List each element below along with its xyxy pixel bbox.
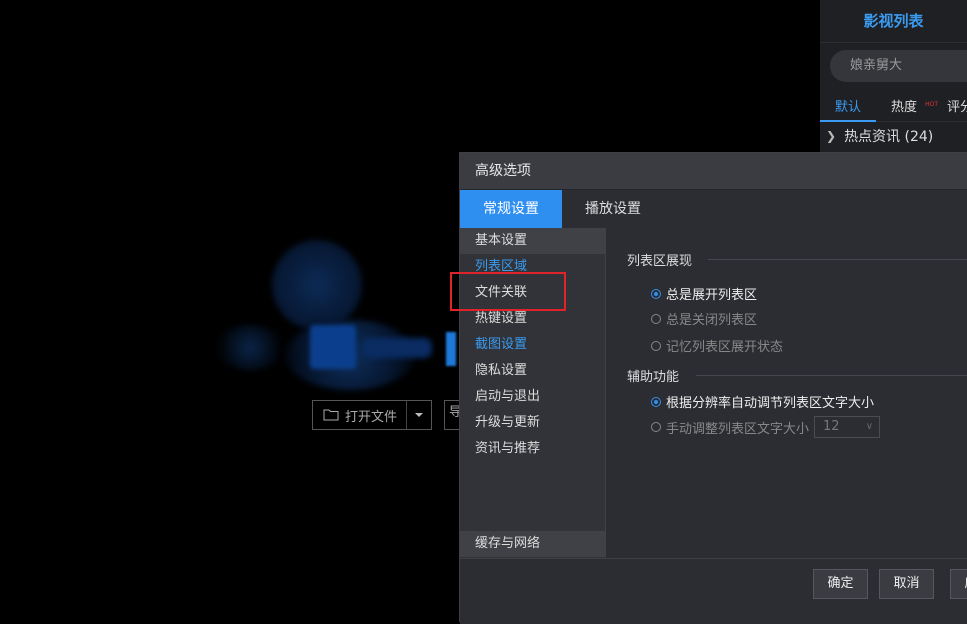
radio-manual-font-size[interactable]: 手动调整列表区文字大小 12 ∨ <box>651 416 881 438</box>
radio-remember-state[interactable]: 记忆列表区展开状态 <box>651 336 783 355</box>
section-title-accessibility: 辅助功能 <box>627 370 680 385</box>
tab-playback-settings[interactable]: 播放设置 <box>562 190 664 228</box>
advanced-options-dialog: 高级选项 常规设置 播放设置 基本设置 列表区域 文件关联 热键设置 截图设置 … <box>459 152 967 624</box>
tab-hot[interactable]: 热度 HOT <box>876 95 938 120</box>
section-title-list-display: 列表区展现 <box>627 254 693 269</box>
radio-unselected-icon <box>651 422 661 432</box>
radio-unselected-icon <box>651 340 661 351</box>
settings-content: 列表区展现 总是展开列表区 总是关闭列表区 记忆列表区展开状态 辅助功能 根据分… <box>606 228 967 558</box>
open-file-button[interactable]: 打开文件 <box>312 400 432 430</box>
category-item[interactable]: ❯ 热点资讯 (24) <box>826 126 933 146</box>
caret-down-icon <box>415 413 423 417</box>
open-file-label: 打开文件 <box>345 409 398 425</box>
cancel-button[interactable]: 取消 <box>879 569 934 599</box>
search-input[interactable]: 娘亲舅大 <box>830 50 967 82</box>
sidebar-item-updates[interactable]: 升级与更新 <box>460 410 605 436</box>
player-logo <box>310 325 356 369</box>
sidebar-item-basic[interactable]: 基本设置 <box>460 228 605 254</box>
apply-button[interactable]: 应用 <box>950 569 967 599</box>
open-file-main[interactable]: 打开文件 <box>313 401 407 429</box>
sidebar-item-privacy[interactable]: 隐私设置 <box>460 358 605 384</box>
sidebar-item-screenshot[interactable]: 截图设置 <box>460 332 605 358</box>
font-size-select[interactable]: 12 ∨ <box>814 416 881 438</box>
radio-auto-font-size[interactable]: 根据分辨率自动调节列表区文字大小 <box>651 392 874 411</box>
tab-rating[interactable]: 评分 <box>932 95 967 120</box>
logo-glow <box>215 325 285 370</box>
sidebar-item-startup-exit[interactable]: 启动与退出 <box>460 384 605 410</box>
dialog-title: 高级选项 <box>460 153 967 190</box>
dialog-footer: 确定 取消 应用 <box>460 558 967 624</box>
dialog-tabs: 常规设置 播放设置 <box>460 190 967 229</box>
highlight-box <box>450 272 566 311</box>
sidebar-item-cache-network[interactable]: 缓存与网络 <box>460 531 605 557</box>
player-logo-text <box>362 338 432 358</box>
list-tabs: 默认 热度 HOT 评分 <box>820 95 967 122</box>
chevron-down-icon: ∨ <box>865 421 874 432</box>
radio-unselected-icon <box>651 313 661 324</box>
radio-selected-icon <box>651 288 661 299</box>
list-panel-title: 影视列表 <box>820 0 967 43</box>
sidebar-item-news[interactable]: 资讯与推荐 <box>460 436 605 462</box>
player-logo-accent <box>446 332 456 366</box>
chevron-right-icon: ❯ <box>826 129 837 143</box>
radio-always-expand[interactable]: 总是展开列表区 <box>651 284 757 303</box>
category-label: 热点资讯 (24) <box>844 129 934 145</box>
radio-selected-icon <box>651 396 661 407</box>
section-divider <box>708 259 967 260</box>
logo-glow <box>272 240 362 330</box>
folder-icon <box>323 409 339 421</box>
radio-always-collapse[interactable]: 总是关闭列表区 <box>651 309 757 328</box>
open-file-dropdown[interactable] <box>407 401 431 429</box>
tab-general-settings[interactable]: 常规设置 <box>460 190 562 228</box>
ok-button[interactable]: 确定 <box>813 569 868 599</box>
section-divider <box>696 375 967 376</box>
tab-default[interactable]: 默认 <box>820 95 877 122</box>
